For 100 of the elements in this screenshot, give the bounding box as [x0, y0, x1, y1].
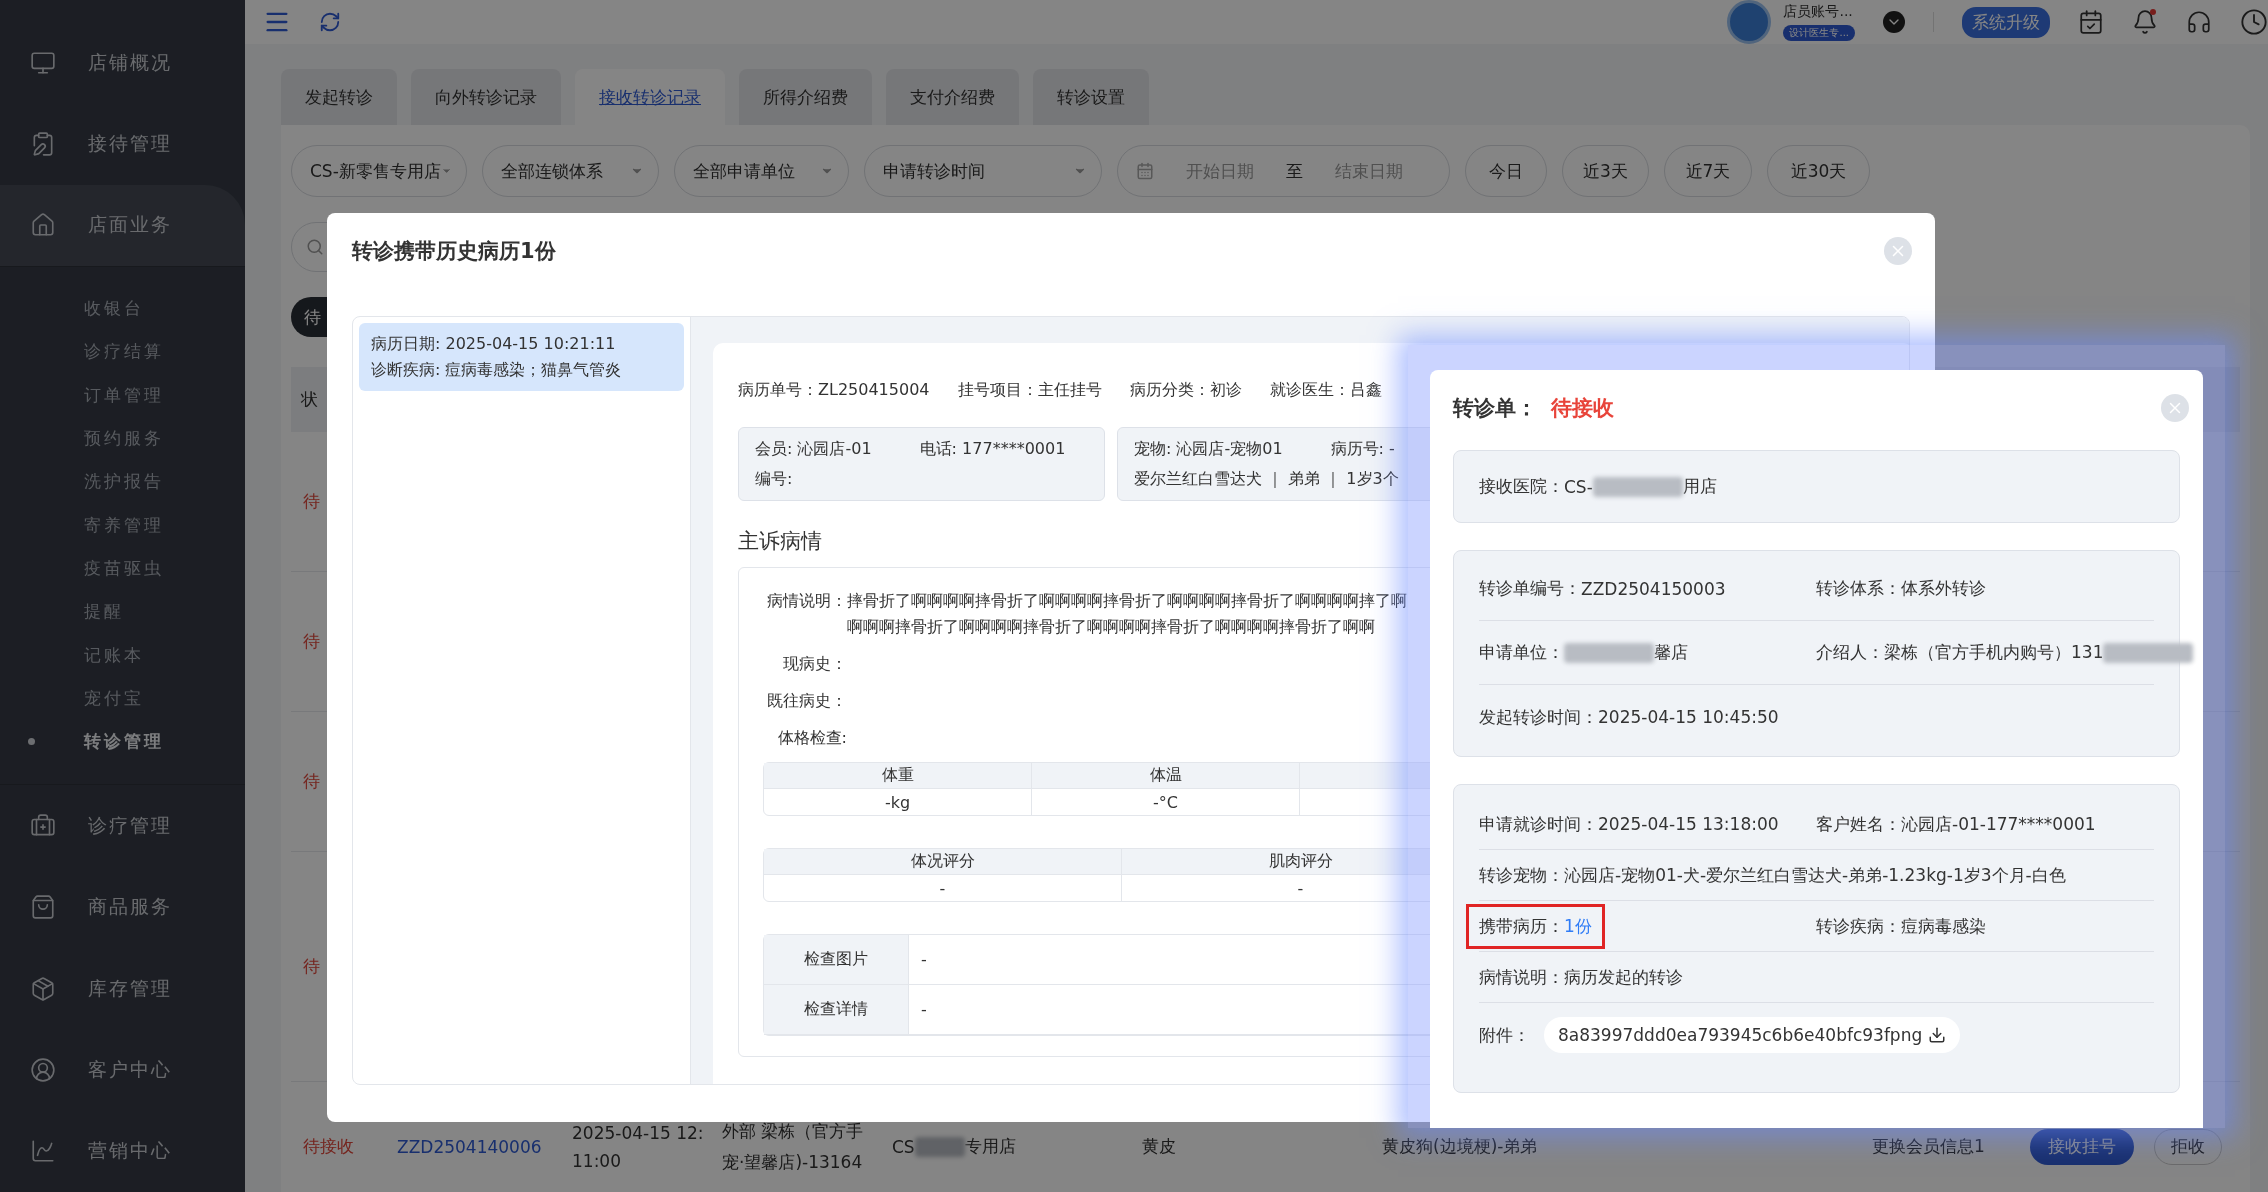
nav-subitem[interactable]: 诊疗结算 — [0, 330, 245, 374]
box-icon — [30, 975, 56, 1002]
field-label: 客户姓名： — [1816, 812, 1901, 836]
status-text: 待 — [303, 490, 321, 513]
nav-item[interactable]: 接待管理 — [0, 103, 245, 185]
bell-icon[interactable] — [2132, 9, 2158, 35]
nav-subitem[interactable]: 转诊管理 — [0, 720, 245, 764]
headset-icon[interactable] — [2186, 9, 2212, 35]
nav-subitem[interactable]: 预约服务 — [0, 416, 245, 461]
field-value: 沁园店-宠物01-犬-爱尔兰红白雪达犬-弟弟-1.23kg-1岁3个月-白色 — [1564, 863, 2066, 887]
nav-subitem[interactable]: 寄养管理 — [0, 503, 245, 547]
column-header: 体况评分 — [764, 849, 1122, 875]
field-label: 介绍人： — [1816, 641, 1884, 664]
record-link[interactable]: 1份 — [1564, 914, 1592, 938]
role-badge: 设计医生专... — [1783, 25, 1855, 41]
field-label: 申请就诊时间： — [1479, 812, 1598, 836]
reject-button[interactable]: 拒收 — [2154, 1128, 2222, 1165]
field-label: 转诊单编号： — [1479, 577, 1581, 600]
nav-item[interactable]: 店面业务 — [0, 184, 245, 267]
status-text: 待 — [303, 630, 321, 653]
upgrade-button[interactable]: 系统升级 — [1962, 6, 2050, 38]
field-value: CS- — [1564, 476, 1593, 497]
tab[interactable]: 所得介绍费 — [739, 69, 872, 125]
table-cell: - — [764, 875, 1122, 901]
record-item[interactable]: 病历日期: 2025-04-15 10:21:11 诊断疾病: 痘病毒感染；猫鼻气管炎 — [359, 323, 684, 391]
monitor-icon — [30, 49, 56, 76]
field-label: 现病史： — [782, 653, 847, 675]
attachment-chip[interactable]: 8a83997ddd0ea793945c6b6e40bfc93fpng — [1544, 1017, 1961, 1053]
field-label: 附件： — [1479, 1023, 1530, 1047]
nav-subitem[interactable]: 疫苗驱虫 — [0, 546, 245, 591]
field-value: 2025-04-15 13:18:00 — [1598, 814, 1779, 834]
applicant-text: 外部 梁栋（官方手 — [722, 1119, 865, 1143]
applicant-text: 宠·望馨店)-13164 — [722, 1150, 864, 1174]
field-label: 转诊体系： — [1816, 577, 1901, 600]
row-label: 检查详情 — [764, 985, 909, 1034]
calendar-icon[interactable] — [2078, 9, 2104, 35]
field-label: 转诊宠物： — [1479, 863, 1564, 887]
order-link[interactable]: ZZD2504140006 — [397, 1136, 560, 1157]
user-icon — [30, 1057, 56, 1083]
refresh-icon[interactable] — [319, 11, 341, 33]
nav-item[interactable]: 客户中心 — [0, 1029, 245, 1111]
tab[interactable]: 转诊设置 — [1033, 69, 1149, 125]
tab[interactable]: 向外转诊记录 — [411, 69, 561, 125]
dialog-title: 转诊携带历史病历1份 — [352, 238, 556, 265]
dropdown-button[interactable] — [1883, 11, 1905, 33]
tab[interactable]: 支付介绍费 — [886, 69, 1019, 125]
meta-text: 挂号项目：主任挂号 — [957, 379, 1102, 401]
status-text: 待接收 — [1551, 395, 1614, 421]
quick-range-button[interactable]: 近7天 — [1664, 145, 1752, 197]
nav-subitem[interactable]: 收银台 — [0, 287, 245, 331]
member-info: 编号: — [755, 468, 793, 490]
meta-text: 病历分类：初诊 — [1129, 379, 1242, 401]
pet-info: 病历号: - — [1330, 438, 1395, 460]
field-value: 摔骨折了啊啊啊啊摔骨折了啊啊啊啊摔骨折了啊啊啊啊摔骨折了啊啊啊啊摔了啊啊啊啊摔骨折了啊啊啊啊摔骨折了啊啊啊啊摔骨折了啊啊啊啊摔骨折了啊啊 — [847, 590, 1407, 638]
download-icon[interactable] — [1928, 1026, 1947, 1044]
quick-range-button[interactable]: 近30天 — [1767, 145, 1870, 197]
field-value: 痘病毒感染 — [1901, 914, 1986, 938]
field-label: 体格检查: — [776, 727, 847, 749]
tab[interactable]: 发起转诊 — [281, 69, 397, 125]
field-value: 2025-04-15 10:45:50 — [1598, 707, 1779, 727]
nav-subitem[interactable]: 宠付宝 — [0, 676, 245, 720]
accept-button[interactable]: 接收挂号 — [2030, 1128, 2134, 1165]
tab[interactable]: 接收转诊记录 — [575, 69, 725, 125]
table-cell-text: - — [920, 999, 927, 1021]
nav-subitem[interactable]: 提醒 — [0, 590, 245, 634]
file-name: 8a83997ddd0ea793945c6b6e40bfc93fpng — [1558, 1025, 1923, 1045]
column-header: 体重 — [764, 763, 1032, 789]
field-label: 病情说明： — [766, 590, 847, 612]
nav-subitem[interactable]: 订单管理 — [0, 373, 245, 417]
avatar[interactable] — [1727, 0, 1772, 44]
quick-range-button[interactable]: 近3天 — [1562, 145, 1649, 197]
field-label: 申请单位： — [1479, 641, 1564, 664]
quick-range-button[interactable]: 今日 — [1465, 145, 1547, 197]
nav-item[interactable]: 库存管理 — [0, 948, 245, 1030]
field-label: 接收医院： — [1479, 475, 1564, 498]
bag-icon — [30, 894, 56, 921]
meta-text: 就诊医生：吕鑫 — [1269, 379, 1382, 401]
nav-item[interactable]: 诊疗管理 — [0, 785, 245, 867]
meta-text: 病历单号：ZL250415004 — [738, 379, 930, 401]
status-text: 待 — [303, 955, 321, 978]
nav-subitem[interactable]: 洗护报告 — [0, 460, 245, 504]
section-title: 主诉病情 — [738, 528, 823, 555]
table-cell-text: 黄皮 — [1142, 1135, 1177, 1158]
nav-item[interactable]: 店铺概况 — [0, 22, 245, 104]
field-value: 馨店 — [1654, 641, 1688, 664]
status-text: 待接收 — [303, 1135, 355, 1158]
table-cell: -kg — [764, 789, 1032, 815]
field-value: 用店 — [1682, 475, 1717, 498]
clock-icon[interactable] — [2240, 8, 2268, 36]
row-label: 检查图片 — [764, 935, 909, 984]
field-value: 体系外转诊 — [1901, 577, 1986, 600]
time-text: 11:00 — [572, 1150, 622, 1171]
hospital-text: 专用店 — [964, 1135, 1016, 1158]
pet-text: 黄皮狗(边境梗)-弟弟 — [1382, 1135, 1539, 1158]
nav-item[interactable]: 商品服务 — [0, 866, 245, 948]
column-header: 状 — [301, 388, 318, 411]
nav-item[interactable]: 营销中心 — [0, 1110, 245, 1192]
redaction-blur — [914, 1136, 965, 1157]
nav-subitem[interactable]: 记账本 — [0, 633, 245, 677]
record-diagnosis: 诊断疾病: 痘病毒感染；猫鼻气管炎 — [371, 359, 623, 381]
